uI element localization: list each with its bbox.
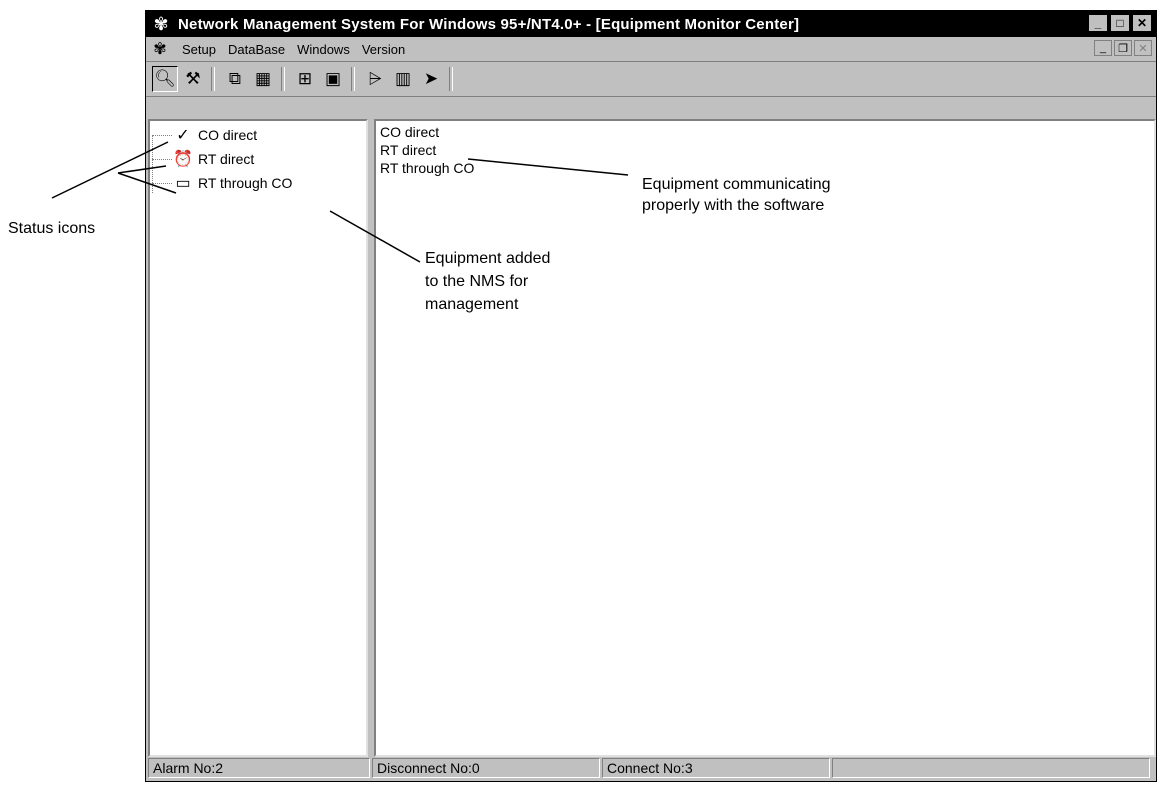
toolbar: 🔍︎ ⚒ ⧉ ▦ ⊞ ▣ ⩥ ▥ ➤ [146,62,1156,97]
tree-item-label: RT direct [198,151,255,167]
copy-icon[interactable]: ⧉ [222,66,248,92]
mdi-restore-button[interactable]: ❐ [1114,40,1132,56]
chart-icon[interactable]: ⩥ [362,66,388,92]
annotation-status-icons: Status icons [8,220,96,237]
mdi-close-button[interactable]: ✕ [1134,40,1152,56]
menu-bar: ✾ Setup DataBase Windows Version _ ❐ ✕ [146,37,1156,62]
tree-icon[interactable]: ⊞ [292,66,318,92]
status-disconnect-count: Disconnect No:0 [372,758,600,778]
main-window: ✾ Network Management System For Windows … [145,10,1157,782]
document-icon[interactable]: ✾ [150,39,170,59]
tree-connector [152,183,172,184]
annotation-equipment-added-3: management [425,296,519,313]
tree-item-label: CO direct [198,127,258,143]
tree-item-rt-direct[interactable]: ⏰ RT direct [172,149,254,169]
menu-version[interactable]: Version [362,42,405,57]
close-button[interactable]: ✕ [1132,14,1152,32]
tree-item-label: RT through CO [198,175,293,191]
annotation-equipment-comm-1: Equipment communicating [642,176,831,193]
tree-connector [152,135,153,193]
toolbar-separator [351,67,355,91]
menu-database[interactable]: DataBase [228,42,285,57]
tree-connector [152,159,172,160]
window-title: Network Management System For Windows 95… [178,15,800,33]
alarm-clock-icon: ⏰ [173,151,193,168]
list-item-rt-through-co[interactable]: RT through CO [380,160,474,176]
title-bar[interactable]: ✾ Network Management System For Windows … [146,11,1156,37]
checkmark-icon: ✓ [176,127,190,144]
bars-icon[interactable]: ▥ [390,66,416,92]
annotation-equipment-added-1: Equipment added [425,250,551,267]
magnifier-icon[interactable]: 🔍︎ [152,66,178,92]
status-empty [832,758,1150,778]
toolbar-separator [211,67,215,91]
card-icon: ▭ [175,175,191,192]
tree-pane[interactable]: ✓ CO direct ⏰ RT direct ▭ RT through CO [148,119,368,757]
toolbar-separator [449,67,453,91]
menu-setup[interactable]: Setup [182,42,216,57]
maximize-button[interactable]: □ [1110,14,1130,32]
tree-item-co-direct[interactable]: ✓ CO direct [172,125,257,145]
list-item-co-direct[interactable]: CO direct [380,124,439,140]
arrow-icon[interactable]: ➤ [418,66,444,92]
minimize-button[interactable]: _ [1088,14,1108,32]
menu-windows[interactable]: Windows [297,42,350,57]
monitor-icon[interactable]: ▣ [320,66,346,92]
tool-icon[interactable]: ⚒ [180,66,206,92]
annotation-equipment-added-2: to the NMS for [425,273,529,290]
status-connect-count: Connect No:3 [602,758,830,778]
annotation-equipment-comm-2: properly with the software [642,197,825,214]
status-bar: Alarm No:2 Disconnect No:0 Connect No:3 [146,755,1156,781]
list-item-rt-direct[interactable]: RT direct [380,142,436,158]
tree-item-rt-through-co[interactable]: ▭ RT through CO [172,173,292,193]
grid-icon[interactable]: ▦ [250,66,276,92]
app-icon: ✾ [153,13,169,34]
status-alarm-count: Alarm No:2 [148,758,370,778]
toolbar-separator [281,67,285,91]
mdi-minimize-button[interactable]: _ [1094,40,1112,56]
tree-connector [152,135,172,136]
